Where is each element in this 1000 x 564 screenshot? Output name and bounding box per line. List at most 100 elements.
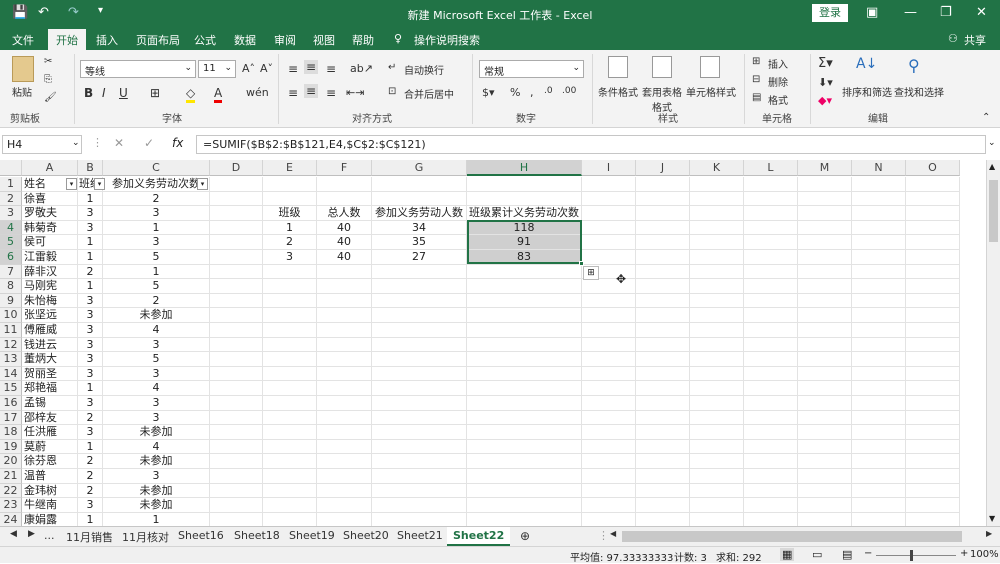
cell[interactable] (906, 439, 960, 455)
column-header[interactable]: N (852, 160, 906, 176)
cell[interactable] (210, 206, 263, 221)
cell[interactable] (582, 177, 636, 192)
cell[interactable] (852, 206, 906, 221)
cell[interactable] (636, 512, 690, 526)
cell[interactable]: 34 (372, 220, 467, 236)
cell[interactable] (263, 439, 317, 455)
row-header[interactable]: 4 (0, 220, 22, 236)
cell[interactable] (798, 469, 852, 484)
cell[interactable] (467, 396, 582, 411)
cell[interactable] (744, 235, 798, 250)
cell[interactable] (372, 439, 467, 455)
cell[interactable] (798, 425, 852, 440)
cell[interactable] (852, 235, 906, 250)
cell[interactable] (690, 308, 744, 323)
clear-icon[interactable]: ◆▾ (818, 94, 832, 107)
tab-insert[interactable]: 插入 (96, 32, 118, 48)
cell[interactable] (798, 352, 852, 367)
row-header[interactable]: 16 (0, 396, 22, 411)
cell[interactable]: 3 (78, 323, 103, 338)
number-format-combo[interactable]: 常规 ⌄ (479, 60, 584, 78)
tell-me-search[interactable]: 操作说明搜索 (414, 32, 480, 48)
cell[interactable] (798, 235, 852, 250)
row-header[interactable]: 14 (0, 366, 22, 382)
cell[interactable] (636, 381, 690, 396)
cell[interactable] (317, 293, 372, 309)
row-header[interactable]: 15 (0, 381, 22, 396)
cell[interactable] (636, 191, 690, 207)
cell[interactable] (906, 381, 960, 396)
autosum-icon[interactable]: Σ▾ (818, 56, 833, 71)
quick-analysis-icon[interactable]: ⊞ (583, 266, 599, 280)
name-box[interactable]: H4 (2, 135, 82, 154)
row-header[interactable]: 6 (0, 250, 22, 265)
row-header[interactable]: 13 (0, 352, 22, 367)
cell[interactable] (582, 454, 636, 469)
cell[interactable]: 董炳大 (22, 352, 78, 367)
cell[interactable]: 5 (103, 250, 210, 265)
worksheet-grid[interactable]: ABCDEFGHIJKLMNO 1 2 3 4 5 6 7 8 9 10 11 12 13 14 15 16 1… (0, 160, 986, 526)
chevron-down-icon[interactable]: ⌄ (72, 138, 80, 148)
orientation-icon[interactable]: ab↗ (350, 62, 373, 75)
cell[interactable] (317, 469, 372, 484)
cell[interactable] (317, 177, 372, 192)
cell[interactable]: 2 (103, 191, 210, 207)
cell-styles-button[interactable]: 单元格样式 (686, 84, 736, 99)
italic-icon[interactable]: I (102, 86, 106, 100)
enter-icon[interactable]: ✓ (144, 136, 154, 150)
cell[interactable] (582, 512, 636, 526)
cell[interactable]: 2 (103, 293, 210, 309)
cell[interactable] (263, 264, 317, 280)
cell[interactable] (582, 396, 636, 411)
next-sheet-icon[interactable]: ▶ (28, 529, 35, 539)
cell[interactable] (263, 366, 317, 382)
cell[interactable] (467, 512, 582, 526)
cell[interactable] (690, 410, 744, 426)
cell[interactable] (263, 293, 317, 309)
cell[interactable] (798, 264, 852, 280)
cell[interactable] (636, 337, 690, 353)
cell[interactable] (467, 177, 582, 192)
row-header[interactable]: 7 (0, 264, 22, 280)
cell[interactable] (317, 352, 372, 367)
cell[interactable] (317, 396, 372, 411)
cell[interactable] (744, 250, 798, 265)
cell[interactable] (852, 264, 906, 280)
cell[interactable] (798, 293, 852, 309)
row-header[interactable]: 1 (0, 177, 22, 192)
cell[interactable] (317, 191, 372, 207)
cell[interactable] (906, 396, 960, 411)
cell[interactable] (852, 410, 906, 426)
cell[interactable] (690, 250, 744, 265)
cell[interactable] (467, 337, 582, 353)
cell[interactable] (372, 279, 467, 294)
insert-cells-button[interactable]: 插入 (768, 56, 788, 71)
cell[interactable] (372, 381, 467, 396)
cell[interactable]: 2 (78, 264, 103, 280)
cell[interactable] (372, 396, 467, 411)
cell[interactable] (372, 293, 467, 309)
cell[interactable] (210, 469, 263, 484)
cell[interactable] (372, 264, 467, 280)
row-header[interactable]: 23 (0, 498, 22, 513)
cell[interactable] (744, 337, 798, 353)
cell[interactable] (690, 323, 744, 338)
cell[interactable] (906, 293, 960, 309)
cell[interactable]: 邵梓友 (22, 410, 78, 426)
cell[interactable]: 班级累计义务劳动次数 (467, 206, 582, 221)
cell[interactable]: 参加义务劳动人数 (372, 206, 467, 221)
cell[interactable]: 2 (78, 469, 103, 484)
cell[interactable]: 1 (78, 279, 103, 294)
cell[interactable]: 1 (103, 512, 210, 526)
cell[interactable]: 4 (103, 381, 210, 396)
column-header[interactable]: L (744, 160, 798, 176)
cell[interactable] (906, 425, 960, 440)
delete-cells-button[interactable]: 删除 (768, 74, 788, 89)
filter-dropdown-icon[interactable]: ▾ (94, 178, 105, 190)
scroll-down-icon[interactable]: ▼ (989, 514, 995, 523)
sheet-tab[interactable]: Sheet18 (234, 529, 280, 542)
cell[interactable] (690, 293, 744, 309)
cell[interactable] (690, 469, 744, 484)
normal-view-icon[interactable]: ▦ (780, 548, 795, 561)
cell[interactable] (690, 439, 744, 455)
